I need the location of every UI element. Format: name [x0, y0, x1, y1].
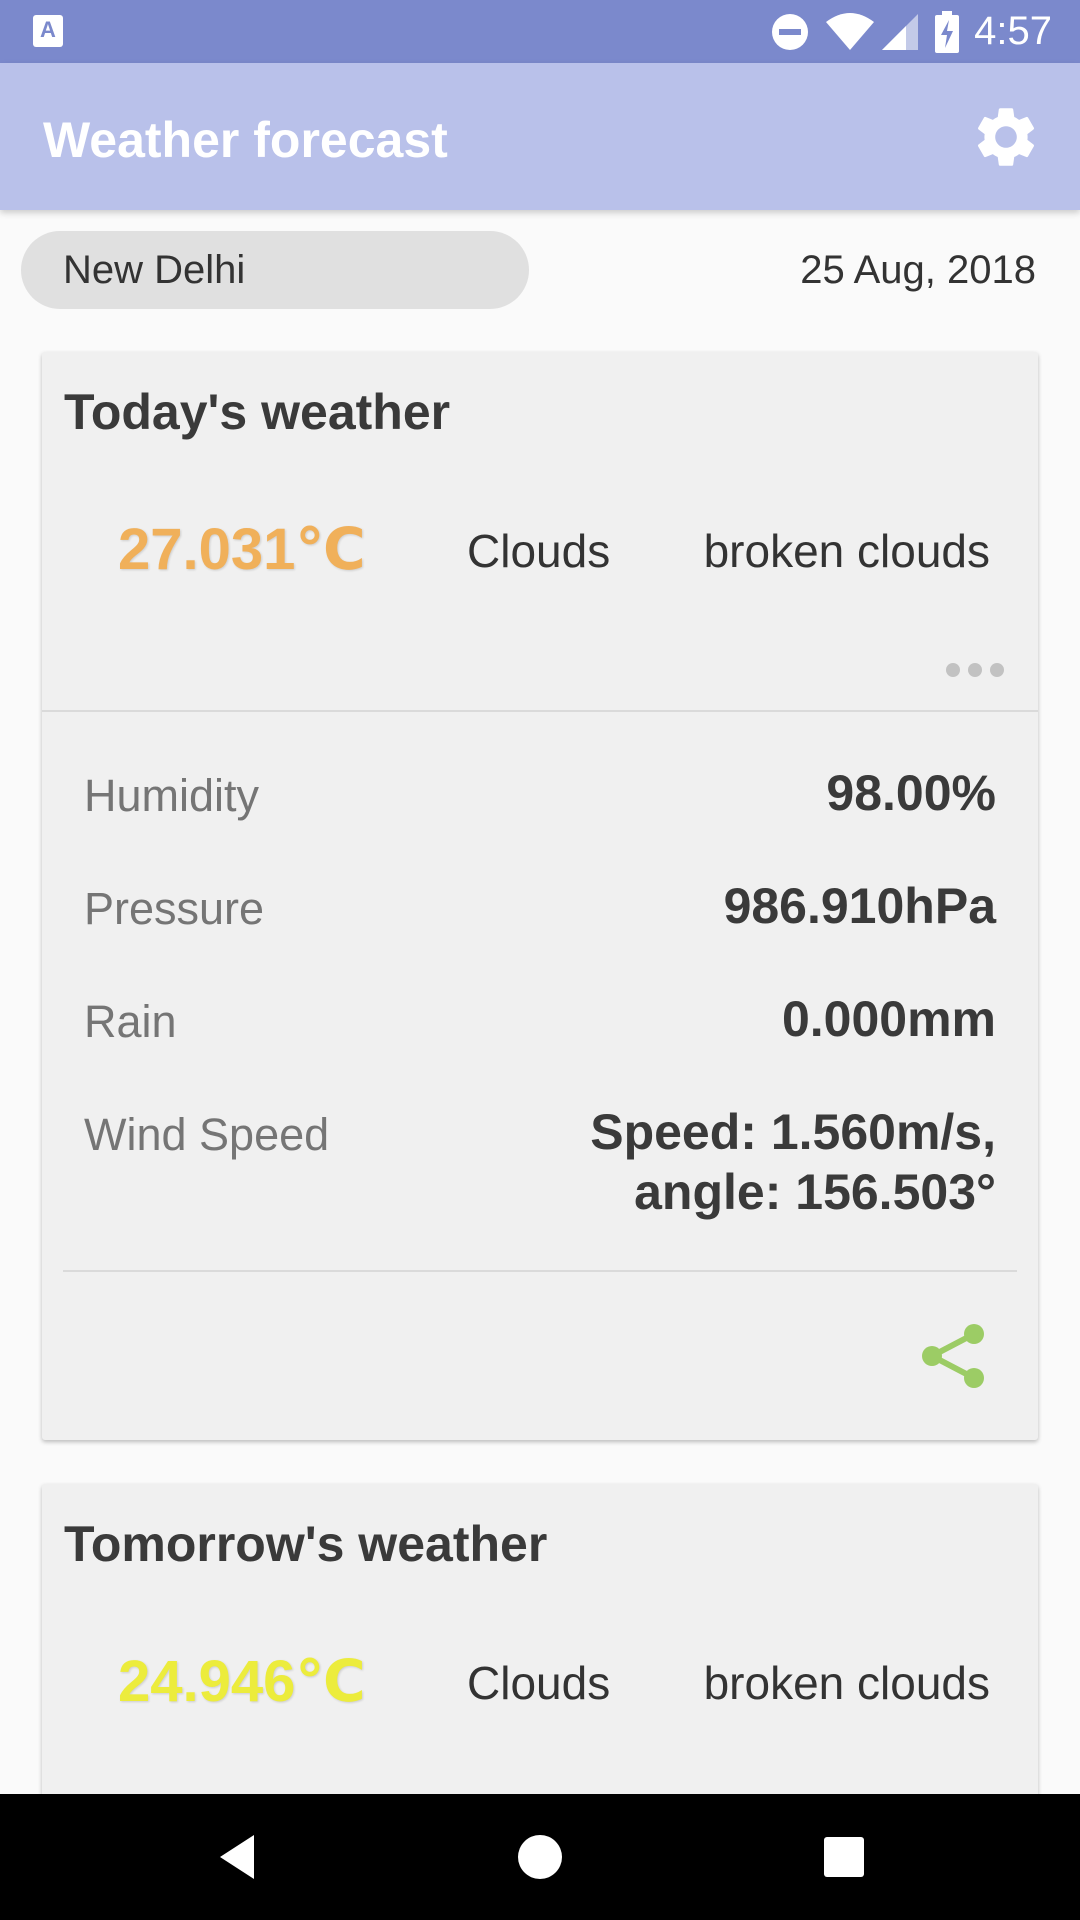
- today-condition: Clouds: [467, 525, 611, 577]
- wind-angle-value-line2: angle: 156.503°: [634, 1164, 996, 1220]
- share-button[interactable]: [918, 1320, 990, 1392]
- today-temperature: 27.031℃: [118, 517, 366, 582]
- settings-button[interactable]: [970, 101, 1042, 173]
- wind-speed-label: Wind Speed: [84, 1109, 330, 1160]
- more-horizontal-icon: [946, 663, 1004, 677]
- do-not-disturb-icon: [772, 13, 809, 50]
- status-time: 4:57: [974, 9, 1052, 53]
- today-card-title: Today's weather: [64, 384, 451, 440]
- back-button[interactable]: [206, 1827, 266, 1887]
- app-bar: Weather forecast: [0, 63, 1080, 210]
- today-weather-card: Today's weather 27.031℃ Clouds broken cl…: [42, 352, 1038, 1440]
- home-button[interactable]: [510, 1827, 570, 1887]
- tomorrow-condition-description: broken clouds: [703, 1657, 990, 1709]
- tomorrow-weather-card: Tomorrow's weather 24.946℃ Clouds broken…: [42, 1484, 1038, 1804]
- gear-icon: [977, 108, 1035, 166]
- humidity-label: Humidity: [84, 770, 260, 821]
- share-icon: [922, 1324, 984, 1388]
- recents-icon: [824, 1837, 864, 1877]
- status-bar: A 4:57: [0, 0, 1080, 63]
- today-condition-description: broken clouds: [703, 525, 990, 577]
- date-label: 25 Aug, 2018: [800, 248, 1036, 292]
- wind-speed-value: Speed: 1.560m/s, angle: 156.503°: [590, 1103, 996, 1221]
- app-title: Weather forecast: [43, 112, 448, 168]
- wind-speed-value-line1: Speed: 1.560m/s,: [590, 1104, 996, 1160]
- status-icons: 4:57: [770, 0, 1052, 63]
- card-divider: [42, 710, 1038, 712]
- pressure-value: 986.910hPa: [723, 878, 996, 934]
- wifi-icon: [826, 12, 875, 50]
- tomorrow-condition: Clouds: [467, 1657, 611, 1709]
- location-input[interactable]: New Delhi: [21, 231, 529, 309]
- card-inner-divider: [63, 1270, 1017, 1272]
- more-options-button[interactable]: [945, 658, 1005, 682]
- cell-signal-icon: [882, 13, 919, 50]
- humidity-value: 98.00%: [826, 765, 996, 821]
- app-notification-icon: A: [33, 15, 63, 47]
- recents-button[interactable]: [814, 1827, 874, 1887]
- rain-value: 0.000mm: [781, 991, 996, 1047]
- tomorrow-card-title: Tomorrow's weather: [64, 1516, 548, 1572]
- rain-label: Rain: [84, 996, 177, 1047]
- back-icon: [220, 1835, 254, 1879]
- screen: A 4:57 Weather forecast New Delhi 25 Aug…: [0, 0, 1080, 1920]
- navigation-bar: [0, 1794, 1080, 1920]
- home-icon: [518, 1835, 562, 1879]
- tomorrow-temperature: 24.946℃: [118, 1649, 366, 1714]
- pressure-label: Pressure: [84, 883, 265, 934]
- battery-charging-icon: [935, 10, 960, 53]
